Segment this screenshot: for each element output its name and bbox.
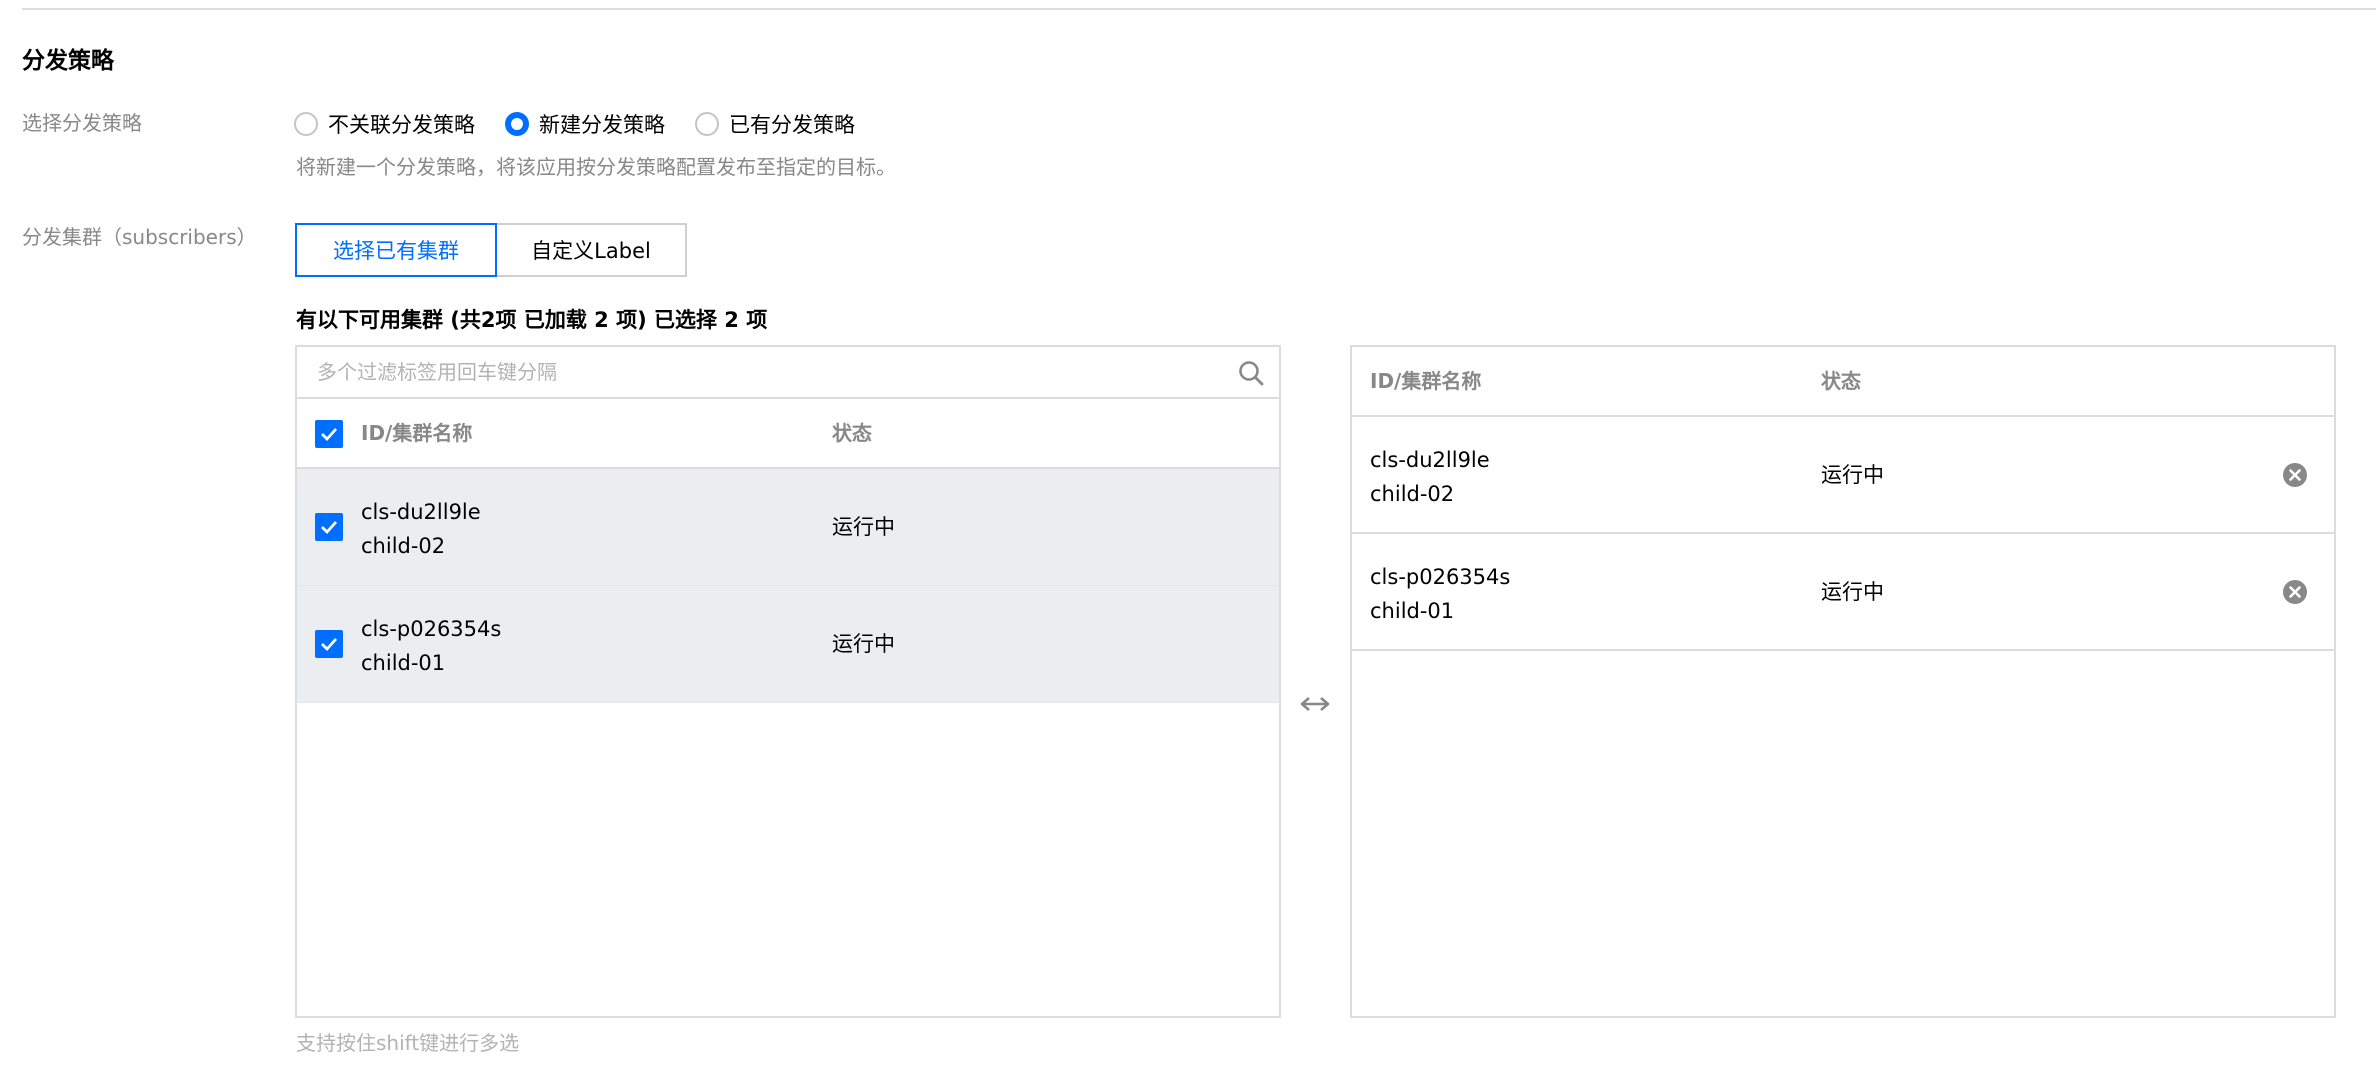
cluster-name: child-02 [1370, 482, 1455, 506]
radio-no-strategy[interactable]: 不关联分发策略 [294, 109, 475, 139]
search-bar [297, 347, 1279, 399]
subscribers-label: 分发集群（subscribers） [22, 225, 257, 249]
cluster-status: 运行中 [832, 515, 895, 539]
table-row[interactable]: cls-du2ll9le child-02 运行中 [297, 469, 1279, 586]
row-checkbox[interactable] [315, 630, 343, 658]
section-title: 分发策略 [22, 48, 114, 74]
selected-cluster-panel: ID/集群名称 状态 cls-du2ll9le child-02 运行中 cls… [1350, 345, 2336, 1018]
cluster-name: child-01 [361, 651, 446, 675]
cluster-status: 运行中 [1821, 580, 1884, 604]
strategy-radio-group: 不关联分发策略 新建分发策略 已有分发策略 [294, 107, 885, 141]
cluster-id: cls-du2ll9le [361, 500, 481, 524]
column-header-status: 状态 [832, 421, 872, 445]
cluster-id-cell: cls-du2ll9le child-02 [1370, 443, 1490, 511]
radio-label: 新建分发策略 [539, 113, 665, 137]
remove-circle-icon[interactable] [2282, 579, 2308, 605]
top-divider [22, 8, 2376, 10]
radio-new-strategy[interactable]: 新建分发策略 [505, 109, 665, 139]
checkmark-icon [321, 428, 338, 442]
source-cluster-panel: ID/集群名称 状态 cls-du2ll9le child-02 运行中 cls… [295, 345, 1281, 1018]
cluster-status: 运行中 [832, 632, 895, 656]
cluster-id: cls-p026354s [361, 617, 502, 641]
strategy-help-text: 将新建一个分发策略，将该应用按分发策略配置发布至指定的目标。 [296, 155, 896, 179]
select-all-checkbox[interactable] [315, 420, 343, 448]
table-row[interactable]: cls-p026354s child-01 运行中 [297, 586, 1279, 703]
radio-label: 已有分发策略 [729, 113, 855, 137]
cluster-status: 运行中 [1821, 463, 1884, 487]
cluster-name: child-01 [1370, 599, 1455, 623]
tab-custom-label[interactable]: 自定义Label [497, 223, 687, 277]
cluster-id-cell: cls-p026354s child-01 [1370, 560, 1510, 628]
cluster-id-cell: cls-du2ll9le child-02 [361, 495, 481, 563]
radio-label: 不关联分发策略 [328, 113, 475, 137]
cluster-id: cls-p026354s [1370, 565, 1511, 589]
search-icon[interactable] [1237, 359, 1265, 387]
remove-circle-icon[interactable] [2282, 462, 2308, 488]
subscribers-tab-group: 选择已有集群 自定义Label [295, 223, 687, 277]
strategy-label: 选择分发策略 [22, 111, 142, 135]
tab-select-existing-clusters[interactable]: 选择已有集群 [295, 223, 497, 277]
cluster-name: child-02 [361, 534, 446, 558]
table-row: cls-du2ll9le child-02 运行中 [1352, 417, 2334, 534]
checkmark-icon [321, 521, 338, 535]
multi-select-tip: 支持按住shift键进行多选 [296, 1031, 520, 1055]
checkmark-icon [321, 638, 338, 652]
radio-circle-icon [294, 112, 318, 136]
column-header-status: 状态 [1821, 369, 1861, 393]
cluster-id: cls-du2ll9le [1370, 448, 1490, 472]
table-row: cls-p026354s child-01 运行中 [1352, 534, 2334, 651]
source-table-header: ID/集群名称 状态 [297, 399, 1279, 469]
radio-existing-strategy[interactable]: 已有分发策略 [695, 109, 855, 139]
cluster-id-cell: cls-p026354s child-01 [361, 612, 501, 680]
column-header-name: ID/集群名称 [361, 421, 473, 445]
row-checkbox[interactable] [315, 513, 343, 541]
cluster-summary: 有以下可用集群 (共2项 已加载 2 项) 已选择 2 项 [296, 308, 768, 332]
search-input[interactable] [297, 347, 1197, 397]
radio-circle-icon [695, 112, 719, 136]
radio-circle-checked-icon [505, 112, 529, 136]
column-header-name: ID/集群名称 [1370, 369, 1482, 393]
selected-table-header: ID/集群名称 状态 [1352, 347, 2334, 417]
transfer-arrows-icon [1300, 697, 1330, 711]
